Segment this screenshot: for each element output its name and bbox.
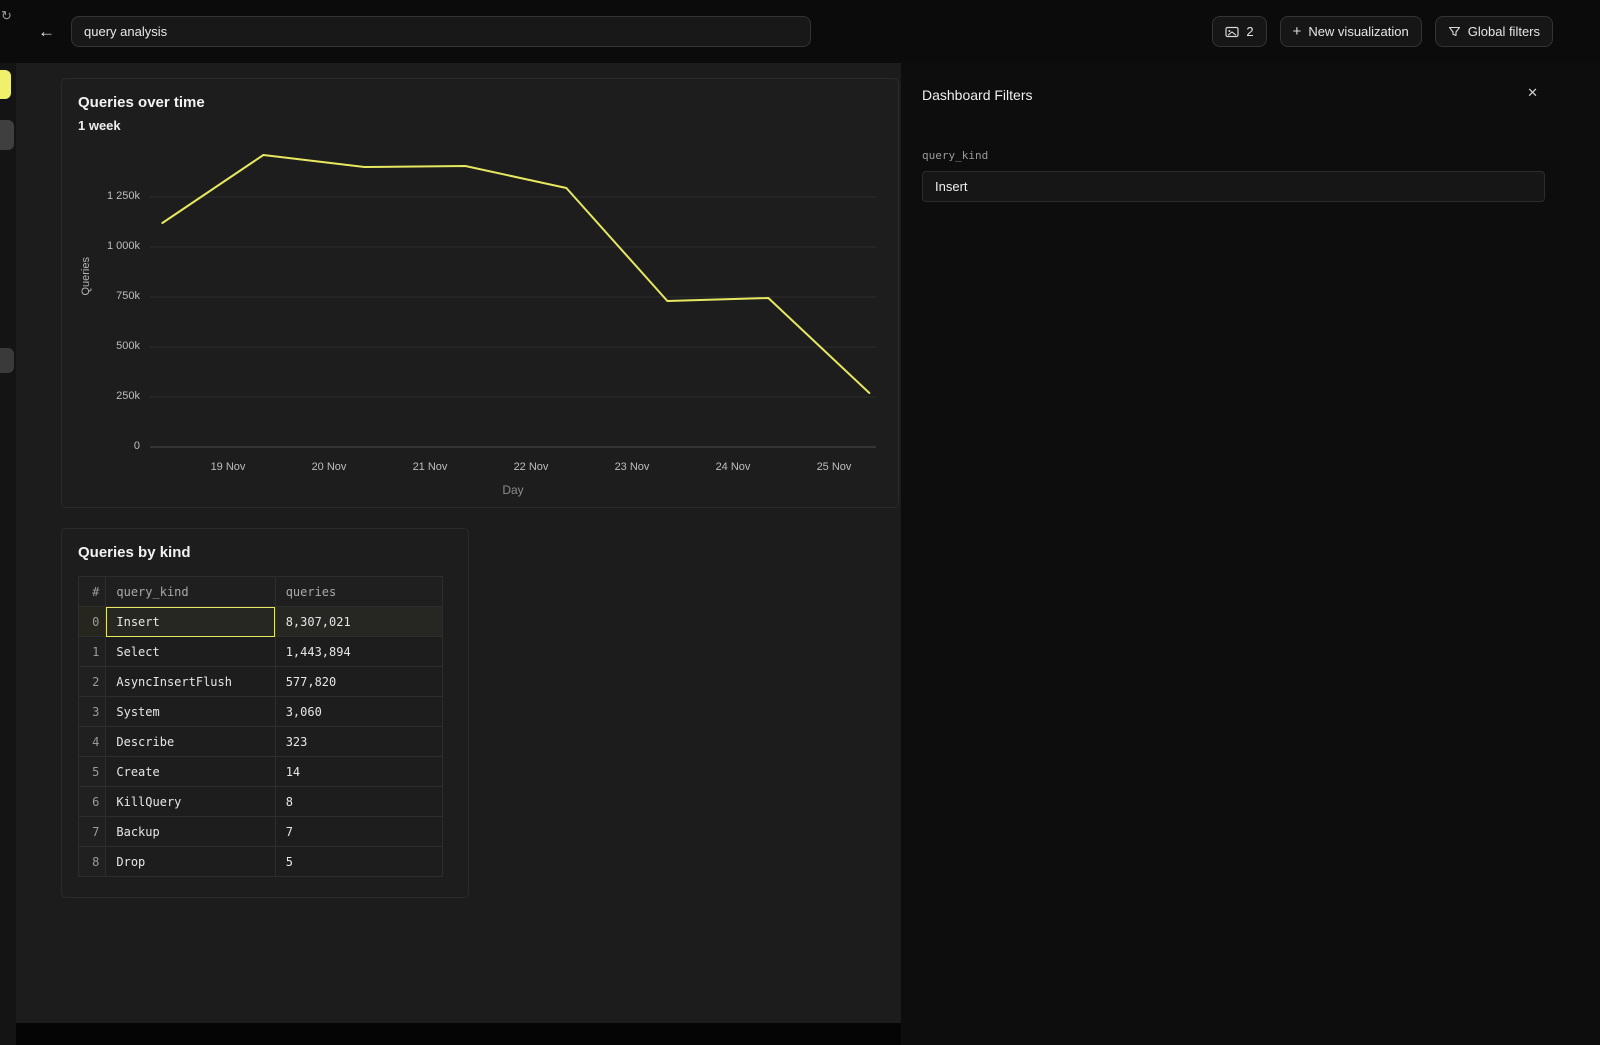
y-tick-label: 250k — [78, 390, 140, 402]
table-cell[interactable]: 5 — [275, 847, 442, 877]
table-cell[interactable]: 6 — [79, 787, 106, 817]
y-tick-label: 1 250k — [78, 190, 140, 202]
query-kind-filter-input[interactable] — [922, 171, 1545, 202]
table-cell[interactable]: 8 — [79, 847, 106, 877]
chart-subtitle: 1 week — [78, 118, 882, 133]
table-cell[interactable]: 0 — [79, 607, 106, 637]
table-cell[interactable]: 8 — [275, 787, 442, 817]
table-header-row: #query_kindqueries — [79, 577, 443, 607]
table-card-queries-by-kind[interactable]: Queries by kind #query_kindqueries 0Inse… — [61, 528, 469, 898]
y-tick-label: 1 000k — [78, 240, 140, 252]
chart-card-queries-over-time[interactable]: Queries over time 1 week Queries Day 025… — [61, 78, 899, 508]
table-row: 6KillQuery8 — [79, 787, 443, 817]
table-cell[interactable]: AsyncInsertFlush — [106, 667, 275, 697]
funnel-icon — [1448, 25, 1461, 38]
table-row: 8Drop5 — [79, 847, 443, 877]
visualizations-icon — [1225, 26, 1239, 38]
filters-panel-title: Dashboard Filters — [922, 87, 1545, 103]
global-filters-label: Global filters — [1468, 24, 1540, 39]
table-cell[interactable]: 2 — [79, 667, 106, 697]
table-row: 1Select1,443,894 — [79, 637, 443, 667]
y-tick-label: 750k — [78, 290, 140, 302]
visualization-count-label: 2 — [1246, 24, 1253, 39]
table-cell[interactable]: Insert — [106, 607, 275, 637]
line-chart-svg — [150, 147, 876, 447]
x-tick-label: 20 Nov — [289, 461, 369, 473]
table-cell[interactable]: 577,820 — [275, 667, 442, 697]
table-cell[interactable]: KillQuery — [106, 787, 275, 817]
chart-title: Queries over time — [78, 94, 882, 111]
table-cell[interactable]: Describe — [106, 727, 275, 757]
plus-icon: + — [1293, 24, 1302, 39]
table-cell[interactable]: 8,307,021 — [275, 607, 442, 637]
table-cell[interactable]: Select — [106, 637, 275, 667]
table-column-header[interactable]: # — [79, 577, 106, 607]
x-axis-title: Day — [150, 483, 876, 497]
x-tick-label: 19 Nov — [188, 461, 268, 473]
table-column-header[interactable]: query_kind — [106, 577, 275, 607]
table-row: 7Backup7 — [79, 817, 443, 847]
table-header: #query_kindqueries — [79, 577, 443, 607]
dashboard-app: ↻ ← 2 + New visualization Global filters — [0, 0, 1600, 1045]
dashboard-filters-panel: Dashboard Filters ✕ query_kind — [901, 63, 1600, 1045]
table-cell[interactable]: 7 — [275, 817, 442, 847]
new-visualization-label: New visualization — [1308, 24, 1408, 39]
table-row: 0Insert8,307,021 — [79, 607, 443, 637]
dashboard-title-input[interactable] — [71, 16, 811, 47]
new-visualization-button[interactable]: + New visualization — [1280, 16, 1422, 47]
close-icon[interactable]: ✕ — [1527, 85, 1538, 101]
rail-item[interactable] — [0, 120, 14, 150]
table-body: 0Insert8,307,0211Select1,443,8942AsyncIn… — [79, 607, 443, 877]
table-cell[interactable]: System — [106, 697, 275, 727]
y-tick-label: 0 — [78, 440, 140, 452]
table-cell[interactable]: 7 — [79, 817, 106, 847]
table-title: Queries by kind — [78, 544, 452, 561]
table-row: 4Describe323 — [79, 727, 443, 757]
global-filters-button[interactable]: Global filters — [1435, 16, 1553, 47]
x-tick-label: 23 Nov — [592, 461, 672, 473]
table-row: 3System3,060 — [79, 697, 443, 727]
sidebar-rail — [0, 63, 16, 1045]
y-tick-label: 500k — [78, 340, 140, 352]
table-cell[interactable]: 3,060 — [275, 697, 442, 727]
queries-by-kind-table: #query_kindqueries 0Insert8,307,0211Sele… — [78, 576, 443, 877]
line-chart: Queries Day 0250k500k750k1 000k1 250k19 … — [78, 137, 882, 497]
x-tick-label: 22 Nov — [491, 461, 571, 473]
x-tick-label: 21 Nov — [390, 461, 470, 473]
history-icon[interactable]: ↻ — [1, 8, 12, 24]
x-tick-label: 25 Nov — [794, 461, 874, 473]
table-cell[interactable]: 1 — [79, 637, 106, 667]
rail-item[interactable] — [0, 348, 14, 373]
table-cell[interactable]: 323 — [275, 727, 442, 757]
table-cell[interactable]: 5 — [79, 757, 106, 787]
back-button[interactable]: ← — [38, 23, 55, 40]
table-cell[interactable]: 3 — [79, 697, 106, 727]
filter-field-label: query_kind — [922, 149, 1545, 162]
table-cell[interactable]: 14 — [275, 757, 442, 787]
table-column-header[interactable]: queries — [275, 577, 442, 607]
table-cell[interactable]: Drop — [106, 847, 275, 877]
table-cell[interactable]: 4 — [79, 727, 106, 757]
table-cell[interactable]: 1,443,894 — [275, 637, 442, 667]
table-cell[interactable]: Backup — [106, 817, 275, 847]
rail-active-item[interactable] — [0, 70, 11, 99]
visualization-count-button[interactable]: 2 — [1212, 16, 1266, 47]
top-bar: ↻ ← 2 + New visualization Global filters — [0, 0, 1600, 63]
dashboard-canvas: Queries over time 1 week Queries Day 025… — [16, 63, 901, 1023]
table-row: 2AsyncInsertFlush577,820 — [79, 667, 443, 697]
x-tick-label: 24 Nov — [693, 461, 773, 473]
table-cell[interactable]: Create — [106, 757, 275, 787]
table-row: 5Create14 — [79, 757, 443, 787]
